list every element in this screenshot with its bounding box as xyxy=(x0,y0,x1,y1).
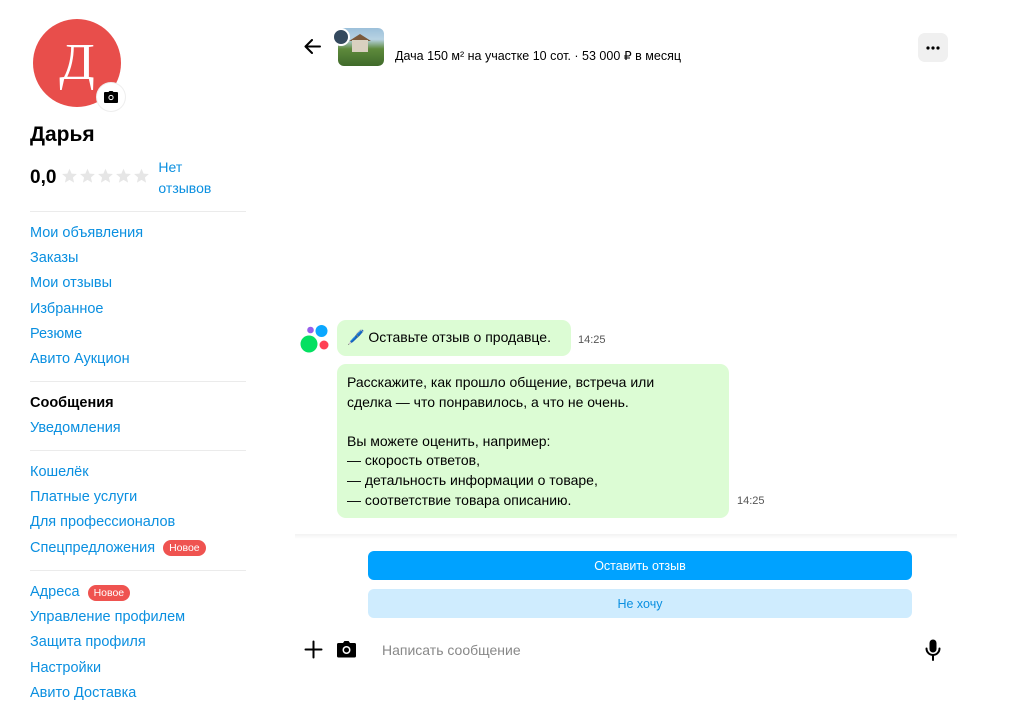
message-line: — скорость ответов, xyxy=(347,452,480,469)
new-badge: Новое xyxy=(163,540,206,557)
menu-item-profile-management[interactable]: Управление профилем xyxy=(30,605,246,630)
chat-header: Дача 150 м² на участке 10 сот. · 53 000 … xyxy=(300,26,950,70)
message-line: — соответствие товара описанию. xyxy=(347,491,572,508)
menu-group-wallet: Кошелёк Платные услуги Для профессионало… xyxy=(30,460,246,561)
menu-item-special-offers[interactable]: Спецпредложения Новое xyxy=(30,536,246,561)
message-bubble: 🖊️ Оставьте отзыв о продавце. xyxy=(337,320,571,356)
menu-item-settings[interactable]: Настройки xyxy=(30,656,246,681)
seller-avatar xyxy=(332,28,350,46)
avatar-container[interactable]: Д xyxy=(33,19,125,111)
message-line xyxy=(347,412,719,432)
message-time: 14:25 xyxy=(578,334,606,346)
menu-item-wallet[interactable]: Кошелёк xyxy=(30,460,246,485)
plus-icon[interactable] xyxy=(304,640,323,664)
divider xyxy=(30,570,246,571)
menu-item-my-ads[interactable]: Мои объявления xyxy=(30,221,246,246)
message-line: Расскажите, как прошло общение, встреча … xyxy=(347,374,655,390)
avatar-camera-icon[interactable] xyxy=(97,83,125,111)
menu-item-messages[interactable]: Сообщения xyxy=(30,391,246,416)
message-bubble: Расскажите, как прошло общение, встреча … xyxy=(337,364,729,518)
listing-thumbnail[interactable] xyxy=(332,28,384,68)
menu-item-my-reviews[interactable]: Мои отзывы xyxy=(30,271,246,296)
menu-item-notifications[interactable]: Уведомления xyxy=(30,416,246,441)
menu-item-profile-protection[interactable]: Защита профиля xyxy=(30,630,246,655)
menu-item-label: Адреса xyxy=(30,584,80,601)
divider xyxy=(30,450,246,451)
star-icon xyxy=(116,168,132,183)
rating-row: 0,0 Нет отзывов xyxy=(30,157,228,199)
star-icon xyxy=(80,168,96,183)
menu-group-ads: Мои объявления Заказы Мои отзывы Избранн… xyxy=(30,221,246,372)
message-line: Вы можете оценить, например: xyxy=(347,432,551,449)
message-line: — детальность информации о товаре, xyxy=(347,471,598,488)
user-name: Дарья xyxy=(30,123,95,146)
menu-group-settings: Адреса Новое Управление профилем Защита … xyxy=(30,580,246,704)
decline-review-button[interactable]: Не хочу xyxy=(368,589,912,618)
menu-item-resume[interactable]: Резюме xyxy=(30,322,246,347)
new-badge: Новое xyxy=(87,584,131,601)
leave-review-button[interactable]: Оставить отзыв xyxy=(368,551,912,580)
composer-separator xyxy=(295,534,957,539)
message-time: 14:25 xyxy=(737,495,765,507)
message-input[interactable] xyxy=(382,638,902,662)
menu-item-auction[interactable]: Авито Аукцион xyxy=(30,347,246,372)
no-reviews-link[interactable]: Нет отзывов xyxy=(158,157,228,199)
star-icon xyxy=(98,168,114,183)
message-line: сделка — что понравилось, а что не очень… xyxy=(347,393,629,410)
rating-value: 0,0 xyxy=(30,167,57,188)
divider xyxy=(30,381,246,382)
menu-item-delivery[interactable]: Авито Доставка xyxy=(30,681,246,704)
rating-stars xyxy=(61,168,151,184)
camera-icon[interactable] xyxy=(337,640,356,663)
menu-item-paid-services[interactable]: Платные услуги xyxy=(30,485,246,510)
menu-item-for-pros[interactable]: Для профессионалов xyxy=(30,510,246,535)
microphone-icon[interactable] xyxy=(925,639,941,666)
menu-item-label: Спецпредложения xyxy=(30,539,156,556)
more-dots-icon xyxy=(926,45,940,50)
menu-group-messages: Сообщения Уведомления xyxy=(30,391,246,441)
menu-item-orders[interactable]: Заказы xyxy=(30,246,246,271)
star-icon xyxy=(62,168,78,183)
menu-item-favorites[interactable]: Избранное xyxy=(30,297,246,322)
more-options-button[interactable] xyxy=(918,33,948,62)
listing-title[interactable]: Дача 150 м² на участке 10 сот. · 53 000 … xyxy=(395,48,681,63)
divider xyxy=(30,211,246,212)
menu-item-addresses[interactable]: Адреса Новое xyxy=(30,580,246,605)
avito-bot-avatar-icon xyxy=(300,325,330,353)
star-icon xyxy=(134,168,150,183)
back-arrow-icon[interactable] xyxy=(304,39,321,59)
